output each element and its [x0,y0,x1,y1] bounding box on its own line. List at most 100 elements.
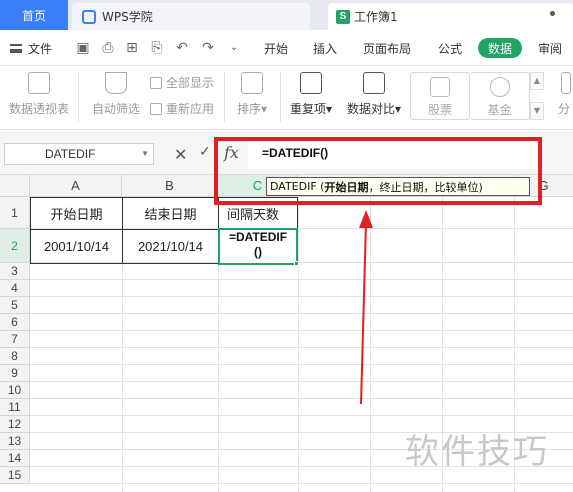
stocks-icon [430,77,450,97]
fill-handle[interactable] [294,261,299,266]
print-icon[interactable]: ⊞ [124,40,140,56]
grid-line [30,279,573,280]
ribbon-scroll-up-icon[interactable]: ▲ [530,72,544,90]
redo-icon[interactable]: ↷ [200,40,216,56]
row-header-14[interactable]: 14 [0,450,30,467]
stocks-button[interactable]: 股票 [410,72,470,120]
grid-line [30,364,573,365]
ribbon-divider [280,72,281,122]
funds-button[interactable]: 基金 [470,72,530,120]
cell-a1-text: 开始日期 [50,208,103,223]
annotation-arrow-icon [359,210,373,405]
ribbon-divider [78,72,79,122]
cell-a2[interactable]: 2001/10/14 [30,229,123,264]
autofilter-button[interactable]: 自动筛选 [88,72,144,117]
grid-line [30,296,573,297]
data-compare-icon [363,72,385,94]
menu-insert[interactable]: 插入 [313,40,337,57]
row-header-15[interactable]: 15 [0,467,30,484]
cell-b2-text: 2021/10/14 [137,239,204,254]
sort-button[interactable]: 排序▾ [230,72,274,117]
menu-formulas[interactable]: 公式 [438,40,462,57]
cancel-formula-icon[interactable]: ✕ [174,145,187,164]
grid-line [122,263,123,492]
data-ribbon: 数据透视表 自动筛选 全部显示 重新应用 排序▾ 重复项▾ 数据对比▾ 股票 基… [0,66,573,130]
cell-a1[interactable]: 开始日期 [30,197,123,230]
ribbon-divider [224,72,225,122]
split-icon [560,72,571,94]
sort-dropdown-icon: ▾ [260,102,268,116]
duplicates-button[interactable]: 重复项▾ [285,72,337,117]
pivot-table-button[interactable]: 数据透视表 [6,72,72,117]
row-header-10[interactable]: 10 [0,382,30,399]
row-header-6[interactable]: 6 [0,314,30,331]
cell-c2-text: =DATEDIF () [228,230,288,259]
show-all-label: 全部显示 [166,76,215,90]
duplicates-icon [300,72,322,94]
tab-home-label: 首页 [21,8,46,23]
cell-b2[interactable]: 2021/10/14 [122,229,219,264]
cell-b1-text: 结束日期 [144,208,197,223]
menu-home[interactable]: 开始 [264,40,288,57]
annotation-highlight-box [214,137,542,205]
column-header-b[interactable]: B [122,175,218,197]
row-header-9[interactable]: 9 [0,365,30,382]
row-header-7[interactable]: 7 [0,331,30,348]
stocks-label: 股票 [427,103,452,117]
confirm-formula-icon[interactable]: ✓ [199,144,211,160]
file-menu[interactable]: 文件 [10,40,52,57]
data-compare-button[interactable]: 数据对比▾ [342,72,406,117]
title-bar: 首页 WPS学院 S 工作簿1 [0,0,573,30]
split-button[interactable]: 分 [558,72,573,117]
grid-line [298,197,299,492]
filter-icon [105,72,127,94]
tab-wps-academy[interactable]: WPS学院 [72,3,310,30]
cell-b1[interactable]: 结束日期 [122,197,219,230]
autofilter-label: 自动筛选 [91,102,140,116]
grid-line [30,381,573,382]
menu-data[interactable]: 数据 [478,38,522,58]
funds-icon [489,77,510,97]
select-all-corner[interactable] [0,175,30,197]
row-header-13[interactable]: 13 [0,433,30,450]
row-header-12[interactable]: 12 [0,416,30,433]
grid-line [30,347,573,348]
cell-c1-text: 间隔天数 [227,208,280,223]
grid-line [30,313,573,314]
show-all-icon [150,76,162,89]
tab-workbook[interactable]: S 工作簿1 [328,3,573,30]
column-header-a[interactable]: A [30,175,122,197]
ribbon-scroll-down-icon[interactable]: ▼ [530,102,544,120]
row-header-3[interactable]: 3 [0,263,30,280]
row-header-5[interactable]: 5 [0,297,30,314]
grid-line [30,398,573,399]
quick-access-dropdown-icon[interactable]: ⌄ [226,40,242,56]
row-header-8[interactable]: 8 [0,348,30,365]
undo-icon[interactable]: ↶ [174,40,190,56]
grid-line [30,415,573,416]
row-header-1[interactable]: 1 [0,197,30,229]
show-all-button[interactable]: 全部显示 [150,74,214,91]
menu-review[interactable]: 审阅 [538,40,562,57]
format-painter-icon[interactable]: ⎘ [149,40,165,56]
reapply-label: 重新应用 [166,102,215,116]
file-menu-label: 文件 [28,42,53,56]
row-header-11[interactable]: 11 [0,399,30,416]
row-header-2[interactable]: 2 [0,229,30,263]
data-compare-label: 数据对比 [346,102,395,116]
menu-bar: 文件 ▣ ⎙ ⊞ ⎘ ↶ ↷ ⌄ 开始 插入 页面布局 公式 数据 审阅 [0,30,573,66]
row-header-4[interactable]: 4 [0,280,30,297]
funds-label: 基金 [487,103,512,117]
sort-label: 排序 [236,102,261,116]
reapply-button[interactable]: 重新应用 [150,100,214,117]
name-box-dropdown-icon[interactable]: ▼ [141,149,149,158]
tab-wps-label: WPS学院 [102,10,153,24]
name-box[interactable]: DATEDIF ▼ [4,143,154,165]
save-icon[interactable]: ▣ [75,40,91,56]
tab-workbook-label: 工作簿1 [354,10,398,24]
menu-page-layout[interactable]: 页面布局 [363,40,411,57]
tab-home[interactable]: 首页 [0,0,68,30]
print-preview-icon[interactable]: ⎙ [100,40,116,56]
wps-logo-icon [82,9,96,24]
unsaved-dot-icon [550,11,555,16]
